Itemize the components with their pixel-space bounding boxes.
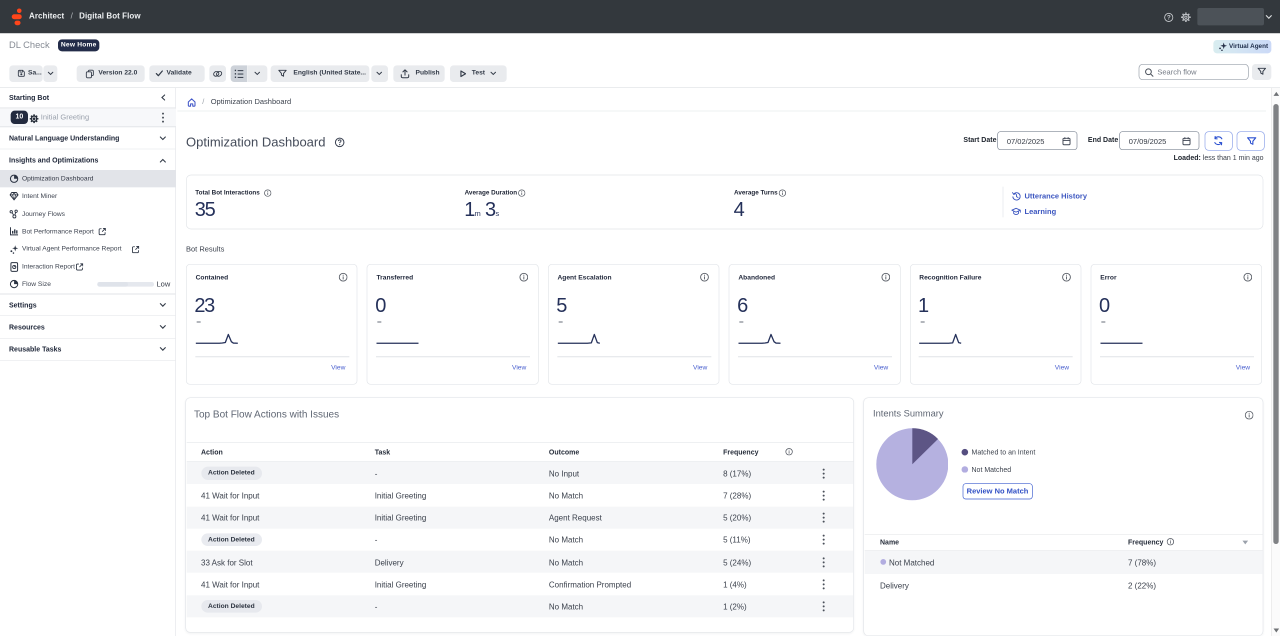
svg-text:?: ? — [1167, 14, 1171, 21]
